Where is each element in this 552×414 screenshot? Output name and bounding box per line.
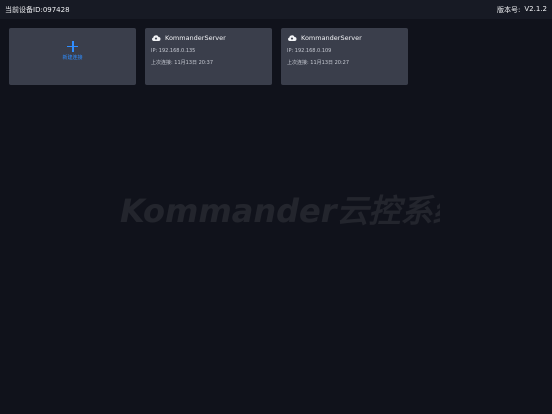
device-id-label: 当前设备ID:097428 bbox=[5, 5, 70, 14]
version-value: V2.1.2 bbox=[524, 4, 547, 13]
last-connected-label: 上次连接: bbox=[151, 60, 173, 66]
server-name: KommanderServer bbox=[301, 34, 362, 42]
new-connection-button[interactable]: 新建连接 bbox=[9, 28, 136, 85]
last-connected-value: 11月13日 20:27 bbox=[310, 60, 350, 66]
ip-label: IP: bbox=[287, 48, 294, 54]
ip-label: IP: bbox=[151, 48, 158, 54]
ip-value: 192.168.0.135 bbox=[158, 48, 196, 54]
server-last-connected: 上次连接: 11月13日 20:37 bbox=[151, 59, 266, 66]
server-ip: IP: 192.168.0.109 bbox=[287, 48, 402, 54]
last-connected-value: 11月13日 20:37 bbox=[174, 60, 214, 66]
server-last-connected: 上次连接: 11月13日 20:27 bbox=[287, 59, 402, 66]
top-bar: 当前设备ID:097428 版本号: V2.1.2 bbox=[0, 0, 552, 19]
server-card-2[interactable]: KommanderServer IP: 192.168.0.109 上次连接: … bbox=[281, 28, 408, 85]
watermark-text: Kommander云控系统 bbox=[120, 192, 440, 230]
watermark-logo: Kommander云控系统 bbox=[120, 192, 440, 230]
cloud-icon bbox=[288, 35, 297, 41]
server-name: KommanderServer bbox=[165, 34, 226, 42]
version-info: 版本号: V2.1.2 bbox=[497, 5, 547, 15]
version-label: 版本号: bbox=[497, 5, 521, 14]
plus-icon bbox=[67, 40, 78, 52]
server-ip: IP: 192.168.0.135 bbox=[151, 48, 266, 54]
app-root: 当前设备ID:097428 版本号: V2.1.2 新建连接 Kommander… bbox=[0, 0, 552, 414]
cloud-icon bbox=[152, 35, 161, 41]
last-connected-label: 上次连接: bbox=[287, 60, 309, 66]
new-connection-label: 新建连接 bbox=[62, 54, 83, 61]
connection-cards: 新建连接 KommanderServer IP: 192.168.0.135 上… bbox=[9, 28, 408, 85]
server-header: KommanderServer bbox=[151, 34, 266, 42]
server-header: KommanderServer bbox=[287, 34, 402, 42]
ip-value: 192.168.0.109 bbox=[294, 48, 332, 54]
server-card-1[interactable]: KommanderServer IP: 192.168.0.135 上次连接: … bbox=[145, 28, 272, 85]
